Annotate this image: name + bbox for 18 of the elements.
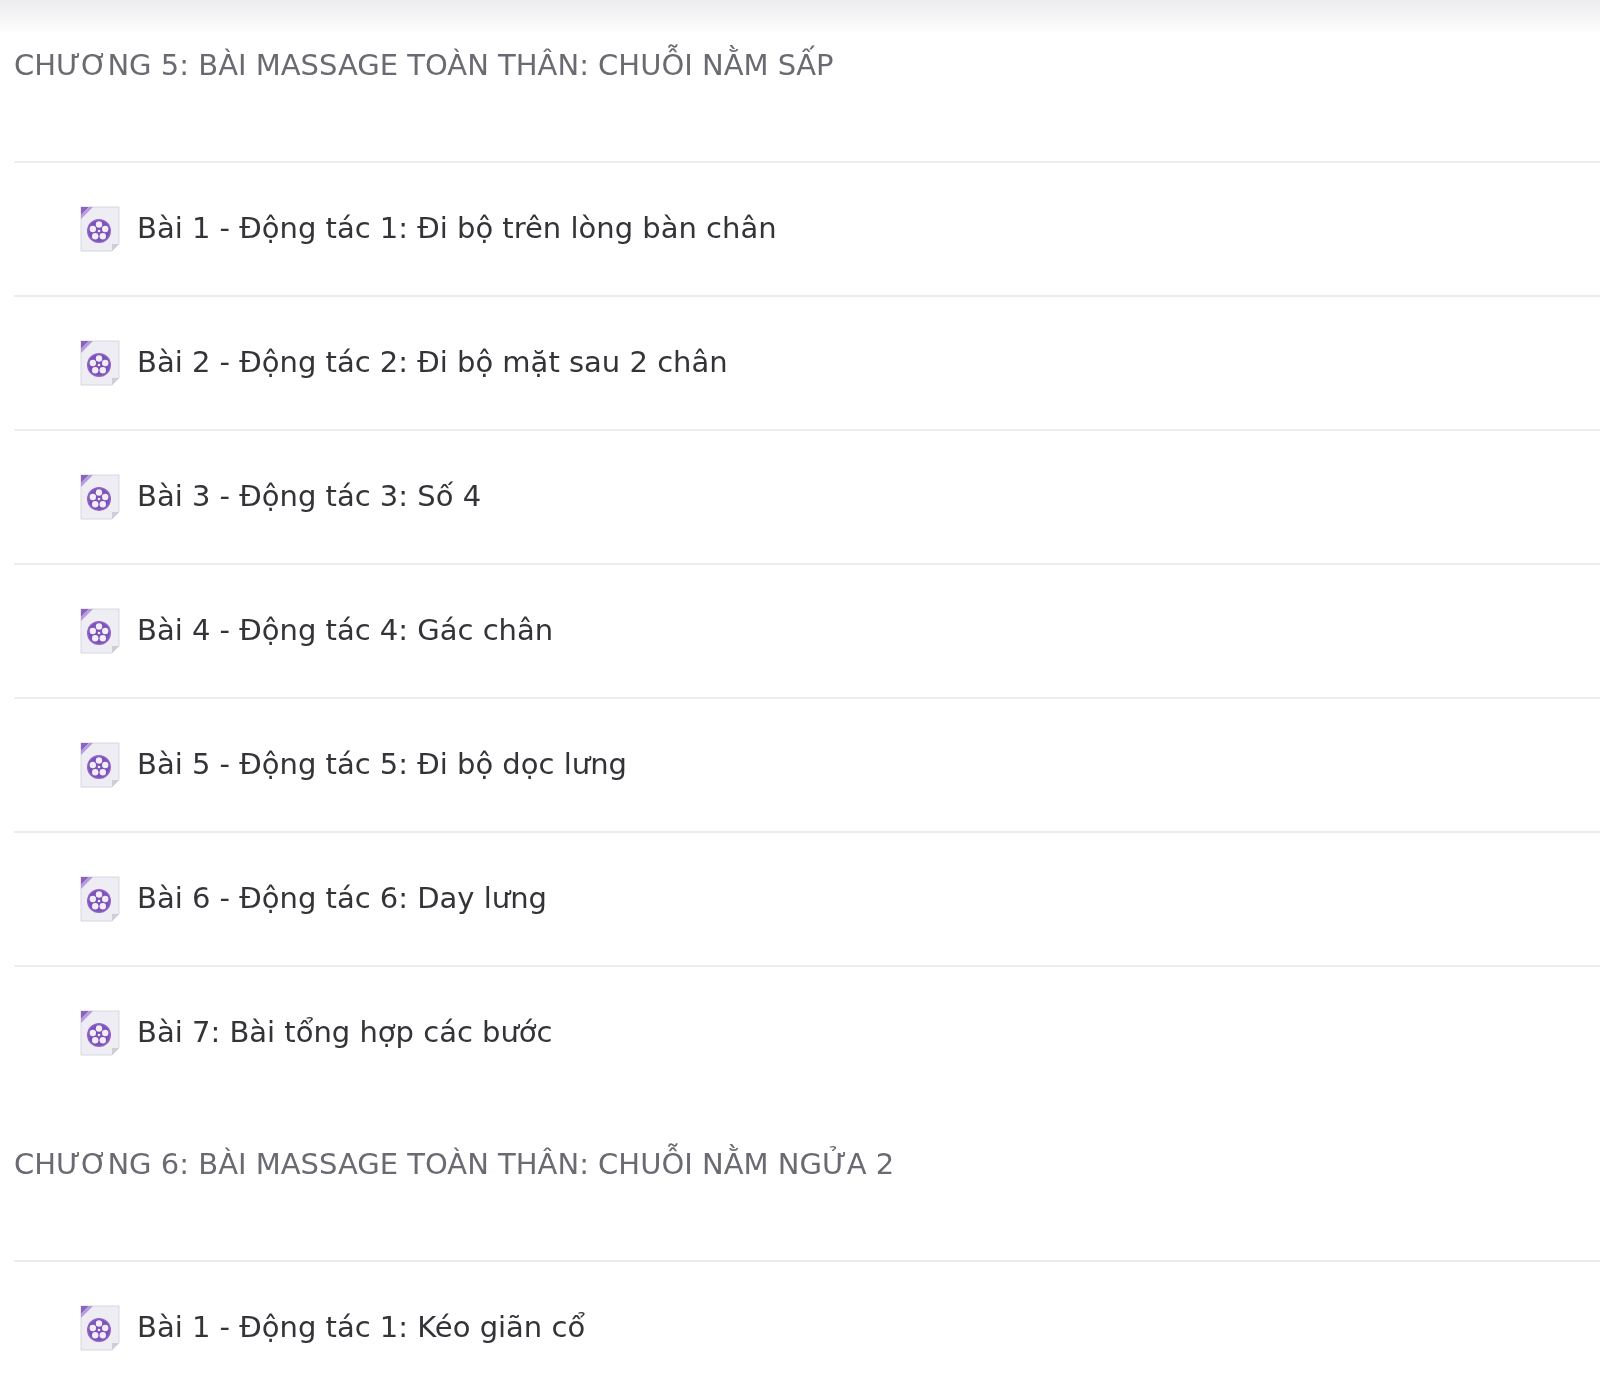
chapter-title: CHƯƠNG 6: BÀI MASSAGE TOÀN THÂN: CHUỖI NẰM NGỬA 2 [14, 1145, 895, 1183]
lesson-link[interactable]: Bài 1 - Động tác 1: Kéo giãn cổ [137, 1308, 586, 1346]
video-file-icon [78, 1303, 121, 1351]
lesson-link[interactable]: Bài 4 - Động tác 4: Gác chân [137, 611, 554, 649]
video-file-icon [78, 204, 121, 252]
lesson-link[interactable]: Bài 6 - Động tác 6: Day lưng [137, 879, 547, 917]
video-file-icon [78, 1008, 121, 1056]
lesson-link[interactable]: Bài 7: Bài tổng hợp các bước [137, 1013, 553, 1051]
lesson-link[interactable]: Bài 2 - Động tác 2: Đi bộ mặt sau 2 chân [137, 343, 728, 381]
video-file-icon [78, 874, 121, 922]
chapter-title: CHƯƠNG 5: BÀI MASSAGE TOÀN THÂN: CHUỖI NẰM SẤP [14, 46, 834, 84]
lesson-link[interactable]: Bài 1 - Động tác 1: Đi bộ trên lòng bàn chân [137, 209, 777, 247]
lesson-link[interactable]: Bài 5 - Động tác 5: Đi bộ dọc lưng [137, 745, 627, 783]
video-file-icon [78, 606, 121, 654]
video-file-icon [78, 472, 121, 520]
video-file-icon [78, 338, 121, 386]
video-file-icon [78, 740, 121, 788]
lesson-link[interactable]: Bài 3 - Động tác 3: Số 4 [137, 477, 482, 515]
